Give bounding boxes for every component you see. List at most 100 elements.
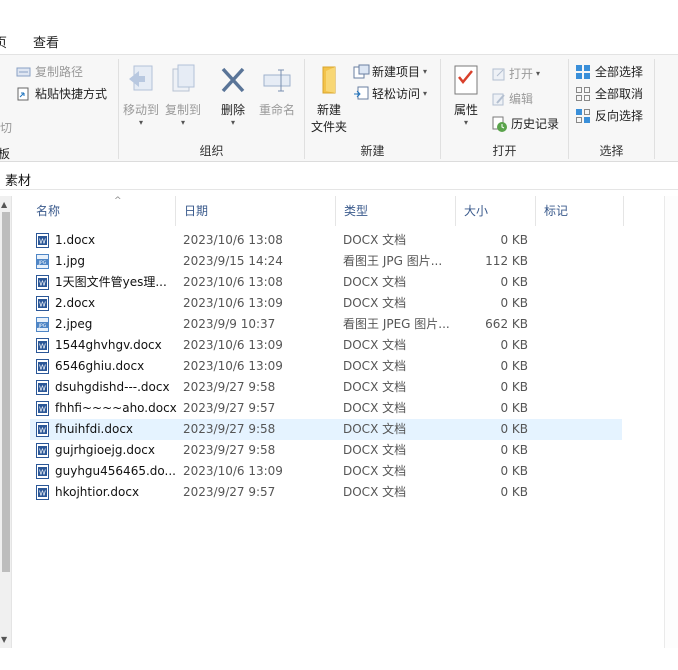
jpg-image-icon: JPG — [36, 254, 49, 269]
open-label: 打开 — [509, 67, 534, 81]
file-size: 0 KB — [500, 464, 528, 478]
file-row[interactable]: JPG 1.jpg 2023/9/15 14:24 看图王 JPG 图片... 112 … — [30, 251, 622, 272]
cut-label-partial[interactable]: 切 — [0, 119, 12, 136]
svg-text:JPG: JPG — [38, 260, 47, 266]
svg-text:W: W — [39, 448, 46, 456]
file-row[interactable]: Wfhhfi~~~~aho.docx 2023/9/27 9:57 DOCX 文档 0… — [30, 398, 622, 419]
tab-view[interactable]: 查看 — [33, 32, 59, 51]
file-row[interactable]: JPG 2.jpeg 2023/9/9 10:37 看图王 JPEG 图片... 662… — [30, 314, 622, 335]
folder-icon — [313, 63, 345, 97]
word-doc-icon: W — [36, 485, 49, 500]
copy-path-icon — [16, 66, 32, 78]
edit-button[interactable]: 编辑 — [491, 90, 533, 107]
file-row[interactable]: W 1.docx 2023/10/6 13:08 DOCX 文档 0 KB — [30, 230, 622, 251]
file-size: 0 KB — [500, 380, 528, 394]
new-item-button[interactable]: 新建项目 ▾ — [353, 63, 427, 80]
file-type: DOCX 文档 — [343, 422, 407, 436]
file-date: 2023/9/9 10:37 — [183, 317, 276, 331]
column-header-name-label: 名称 — [36, 204, 61, 218]
file-row[interactable]: W 2.docx 2023/10/6 13:09 DOCX 文档 0 KB — [30, 293, 622, 314]
scrollbar-thumb[interactable] — [2, 212, 10, 572]
new-item-icon — [353, 64, 370, 79]
move-to-icon — [125, 63, 157, 97]
file-row[interactable]: Whkojhtior.docx 2023/9/27 9:57 DOCX 文档 0 KB — [30, 482, 622, 503]
chevron-down-icon: ▾ — [536, 69, 541, 78]
new-folder-label-1: 新建 — [316, 103, 341, 117]
history-label: 历史记录 — [511, 117, 560, 131]
file-type: DOCX 文档 — [343, 233, 407, 247]
column-header-type[interactable]: 类型 — [338, 196, 456, 226]
new-folder-button[interactable]: 新建 文件夹 — [307, 63, 351, 136]
invert-selection-button[interactable]: 反向选择 — [575, 107, 643, 124]
easy-access-icon — [353, 86, 370, 101]
file-date: 2023/9/27 9:57 — [183, 401, 276, 415]
file-type: DOCX 文档 — [343, 485, 407, 499]
word-doc-icon: W — [36, 275, 49, 290]
file-row[interactable]: Wgujrhgioejg.docx 2023/9/27 9:58 DOCX 文档 0 … — [30, 440, 622, 461]
select-all-icon — [575, 64, 591, 80]
properties-checklist-icon — [452, 63, 480, 97]
chevron-down-icon: ▾ — [423, 89, 428, 98]
right-edge — [664, 196, 678, 648]
delete-x-icon — [217, 63, 249, 97]
file-name: gujrhgioejg.docx — [55, 443, 155, 457]
easy-access-button[interactable]: 轻松访问 ▾ — [353, 85, 427, 102]
file-row[interactable]: Wdsuhgdishd---.docx 2023/9/27 9:58 DOCX 文档… — [30, 377, 622, 398]
file-type: DOCX 文档 — [343, 443, 407, 457]
copy-to-button[interactable]: 复制到 ▾ — [163, 63, 203, 127]
select-all-label: 全部选择 — [595, 65, 644, 79]
select-none-button[interactable]: 全部取消 — [575, 85, 643, 102]
rename-button[interactable]: 重命名 — [255, 63, 299, 119]
history-icon — [491, 116, 509, 132]
properties-button[interactable]: 属性 ▾ — [447, 63, 485, 127]
nav-pane-scrollbar[interactable]: ▲ ▼ — [0, 196, 12, 648]
select-all-button[interactable]: 全部选择 — [575, 63, 643, 80]
file-date: 2023/10/6 13:08 — [183, 275, 283, 289]
svg-text:W: W — [39, 385, 46, 393]
word-doc-icon: W — [36, 296, 49, 311]
file-name: 6546ghiu.docx — [55, 359, 145, 373]
file-type: DOCX 文档 — [343, 296, 407, 310]
file-name: 1544ghvhgv.docx — [55, 338, 162, 352]
tab-partial[interactable]: 页 — [0, 32, 7, 51]
scroll-down-arrow-icon[interactable]: ▼ — [1, 635, 7, 644]
file-date: 2023/9/27 9:58 — [183, 443, 276, 457]
history-button[interactable]: 历史记录 — [491, 115, 559, 132]
chevron-down-icon: ▾ — [423, 67, 428, 76]
column-header-size[interactable]: 大小 — [458, 196, 536, 226]
file-row[interactable]: Wfhuihfdi.docx 2023/9/27 9:58 DOCX 文档 0 KB — [30, 419, 622, 440]
svg-text:W: W — [39, 406, 46, 414]
file-size: 0 KB — [500, 359, 528, 373]
ribbon-tabs: 页 查看 — [0, 28, 678, 54]
file-type: DOCX 文档 — [343, 401, 407, 415]
scroll-up-arrow-icon[interactable]: ▲ — [1, 200, 7, 209]
svg-text:W: W — [39, 469, 46, 477]
column-header-name[interactable]: 名称 ^ — [30, 196, 176, 226]
file-size: 0 KB — [500, 443, 528, 457]
svg-text:JPG: JPG — [38, 323, 47, 329]
copy-path-button[interactable]: 复制路径 — [16, 63, 83, 80]
breadcrumb-current-folder[interactable]: 素材 — [5, 170, 31, 189]
open-button[interactable]: 打开 ▾ — [491, 65, 540, 82]
delete-label: 删除 — [220, 103, 245, 117]
new-group-title: 新建 — [360, 144, 385, 158]
word-doc-icon: W — [36, 401, 49, 416]
move-to-button[interactable]: 移动到 ▾ — [121, 63, 161, 127]
file-date: 2023/9/27 9:57 — [183, 485, 276, 499]
column-header-date[interactable]: 日期 — [178, 196, 336, 226]
svg-text:W: W — [39, 280, 46, 288]
address-bar[interactable]: 素材 — [0, 166, 678, 190]
file-name: dsuhgdishd---.docx — [55, 380, 170, 394]
delete-button[interactable]: 删除 ▾ — [213, 63, 253, 127]
paste-shortcut-button[interactable]: 粘贴快捷方式 — [16, 85, 107, 102]
file-row[interactable]: W 1544ghvhgv.docx 2023/10/6 13:09 DOCX 文档 0 … — [30, 335, 622, 356]
file-size: 0 KB — [500, 485, 528, 499]
svg-text:W: W — [39, 364, 46, 372]
file-row[interactable]: Wguyhgu456465.do... 2023/10/6 13:09 DOCX 文… — [30, 461, 622, 482]
select-none-label: 全部取消 — [595, 87, 644, 101]
file-row[interactable]: W 6546ghiu.docx 2023/10/6 13:09 DOCX 文档 0 KB — [30, 356, 622, 377]
file-row[interactable]: W 1天图文件管yes理... 2023/10/6 13:08 DOCX 文档 0 KB — [30, 272, 622, 293]
column-header-tags[interactable]: 标记 — [538, 196, 624, 226]
copy-to-icon — [167, 63, 199, 97]
file-date: 2023/10/6 13:09 — [183, 464, 283, 478]
